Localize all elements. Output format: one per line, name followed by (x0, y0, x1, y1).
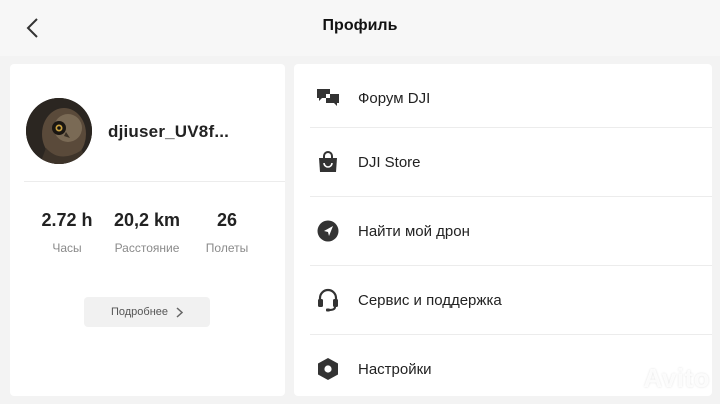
top-bar: Профиль (0, 0, 720, 56)
chevron-right-icon (176, 306, 184, 318)
menu-item-store[interactable]: DJI Store (310, 128, 712, 196)
profile-card: djiuser_UV8f... 2.72 h Часы 20,2 km Расс… (10, 64, 285, 396)
avito-logo-icon (612, 367, 637, 390)
stat-value: 2.72 h (41, 210, 93, 230)
menu-item-find-drone[interactable]: Найти мой дрон (310, 197, 712, 265)
menu-card: Форум DJI DJI Store Найти мой дрон Серви… (294, 64, 712, 396)
headset-icon (316, 288, 340, 312)
stat-label: Полеты (205, 241, 249, 255)
stat-hours: 2.72 h Часы (22, 210, 112, 255)
avatar[interactable] (26, 98, 92, 164)
forum-chat-icon (316, 86, 340, 110)
locate-arrow-icon (316, 219, 340, 243)
watermark-text: Avito (643, 363, 710, 393)
hexagon-settings-icon (316, 357, 340, 381)
shopping-bag-icon (316, 150, 340, 174)
menu-item-support[interactable]: Сервис и поддержка (310, 266, 712, 334)
divider (24, 181, 285, 182)
avito-watermark: Avito (611, 363, 710, 394)
menu-item-label: DJI Store (358, 153, 421, 171)
stat-value: 20,2 km (113, 210, 181, 230)
username: djiuser_UV8f... (108, 122, 230, 141)
more-details-button[interactable]: Подробнее (84, 297, 210, 327)
stat-distance: 20,2 km Расстояние (102, 210, 192, 255)
menu-item-label: Найти мой дрон (358, 222, 470, 240)
menu-item-label: Форум DJI (358, 89, 431, 107)
menu-item-label: Настройки (358, 360, 432, 378)
stat-label: Часы (52, 241, 82, 255)
stat-value: 26 (216, 210, 238, 230)
stat-flights: 26 Полеты (182, 210, 272, 255)
stat-label: Расстояние (114, 241, 180, 255)
more-details-label: Подробнее (110, 306, 169, 318)
menu-item-forum[interactable]: Форум DJI (310, 64, 712, 132)
page-title: Профиль (322, 17, 398, 34)
menu-item-label: Сервис и поддержка (358, 291, 502, 309)
owl-avatar-image (26, 98, 92, 164)
